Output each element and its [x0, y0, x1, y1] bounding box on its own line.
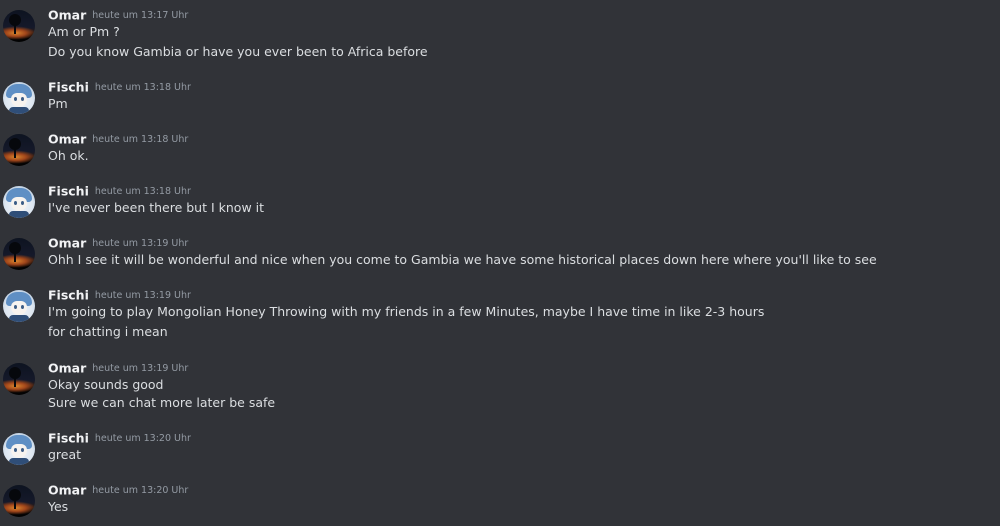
- author-name[interactable]: Fischi: [48, 184, 89, 199]
- timestamp: heute um 13:20 Uhr: [92, 484, 189, 496]
- avatar[interactable]: [3, 433, 35, 465]
- message-text: Sure we can chat more later be safe: [48, 395, 276, 410]
- timestamp: heute um 13:20 Uhr: [94, 432, 191, 444]
- avatar[interactable]: [3, 290, 35, 322]
- author-name[interactable]: Fischi: [48, 431, 89, 446]
- author-name[interactable]: Fischi: [48, 288, 89, 303]
- timestamp: heute um 13:18 Uhr: [94, 81, 191, 93]
- avatar[interactable]: [3, 10, 35, 42]
- message-text: Do you know Gambia or have you ever been…: [48, 44, 428, 59]
- message-header: Fischi heute um 13:20 Uhr: [48, 428, 191, 448]
- timestamp: heute um 13:19 Uhr: [92, 237, 189, 249]
- message-header: Omar heute um 13:19 Uhr: [48, 358, 188, 378]
- message-header: Omar heute um 13:18 Uhr: [48, 129, 188, 149]
- message-text: Ohh I see it will be wonderful and nice …: [48, 252, 877, 267]
- timestamp: heute um 13:17 Uhr: [92, 9, 189, 21]
- timestamp: heute um 13:19 Uhr: [92, 362, 189, 374]
- message-text: for chatting i mean: [48, 324, 168, 339]
- avatar[interactable]: [3, 485, 35, 517]
- message-text: Yes: [48, 499, 69, 514]
- message-header: Fischi heute um 13:18 Uhr: [48, 181, 191, 201]
- avatar[interactable]: [3, 186, 35, 218]
- message-header: Fischi heute um 13:19 Uhr: [48, 285, 191, 305]
- message-header: Omar heute um 13:17 Uhr: [48, 5, 188, 25]
- author-name[interactable]: Omar: [48, 361, 86, 376]
- message-header: Fischi heute um 13:18 Uhr: [48, 77, 191, 97]
- message-text: great: [48, 447, 82, 462]
- message-text: Okay sounds good: [48, 377, 164, 392]
- avatar[interactable]: [3, 82, 35, 114]
- timestamp: heute um 13:18 Uhr: [94, 185, 191, 197]
- author-name[interactable]: Omar: [48, 132, 86, 147]
- message-header: Omar heute um 13:20 Uhr: [48, 480, 188, 500]
- message-text: Pm: [48, 96, 68, 111]
- timestamp: heute um 13:18 Uhr: [92, 133, 189, 145]
- avatar[interactable]: [3, 363, 35, 395]
- message-text: Am or Pm ?: [48, 24, 120, 39]
- message-text: Oh ok.: [48, 148, 89, 163]
- author-name[interactable]: Omar: [48, 236, 86, 251]
- author-name[interactable]: Fischi: [48, 80, 89, 95]
- message-header: Omar heute um 13:19 Uhr: [48, 233, 188, 253]
- author-name[interactable]: Omar: [48, 8, 86, 23]
- chat-message-list: Omar heute um 13:17 Uhr Am or Pm ? Do you…: [0, 0, 1000, 526]
- message-text: I'm going to play Mongolian Honey Throwi…: [48, 304, 765, 319]
- avatar[interactable]: [3, 134, 35, 166]
- author-name[interactable]: Omar: [48, 483, 86, 498]
- timestamp: heute um 13:19 Uhr: [94, 289, 191, 301]
- message-text: I've never been there but I know it: [48, 200, 265, 215]
- avatar[interactable]: [3, 238, 35, 270]
